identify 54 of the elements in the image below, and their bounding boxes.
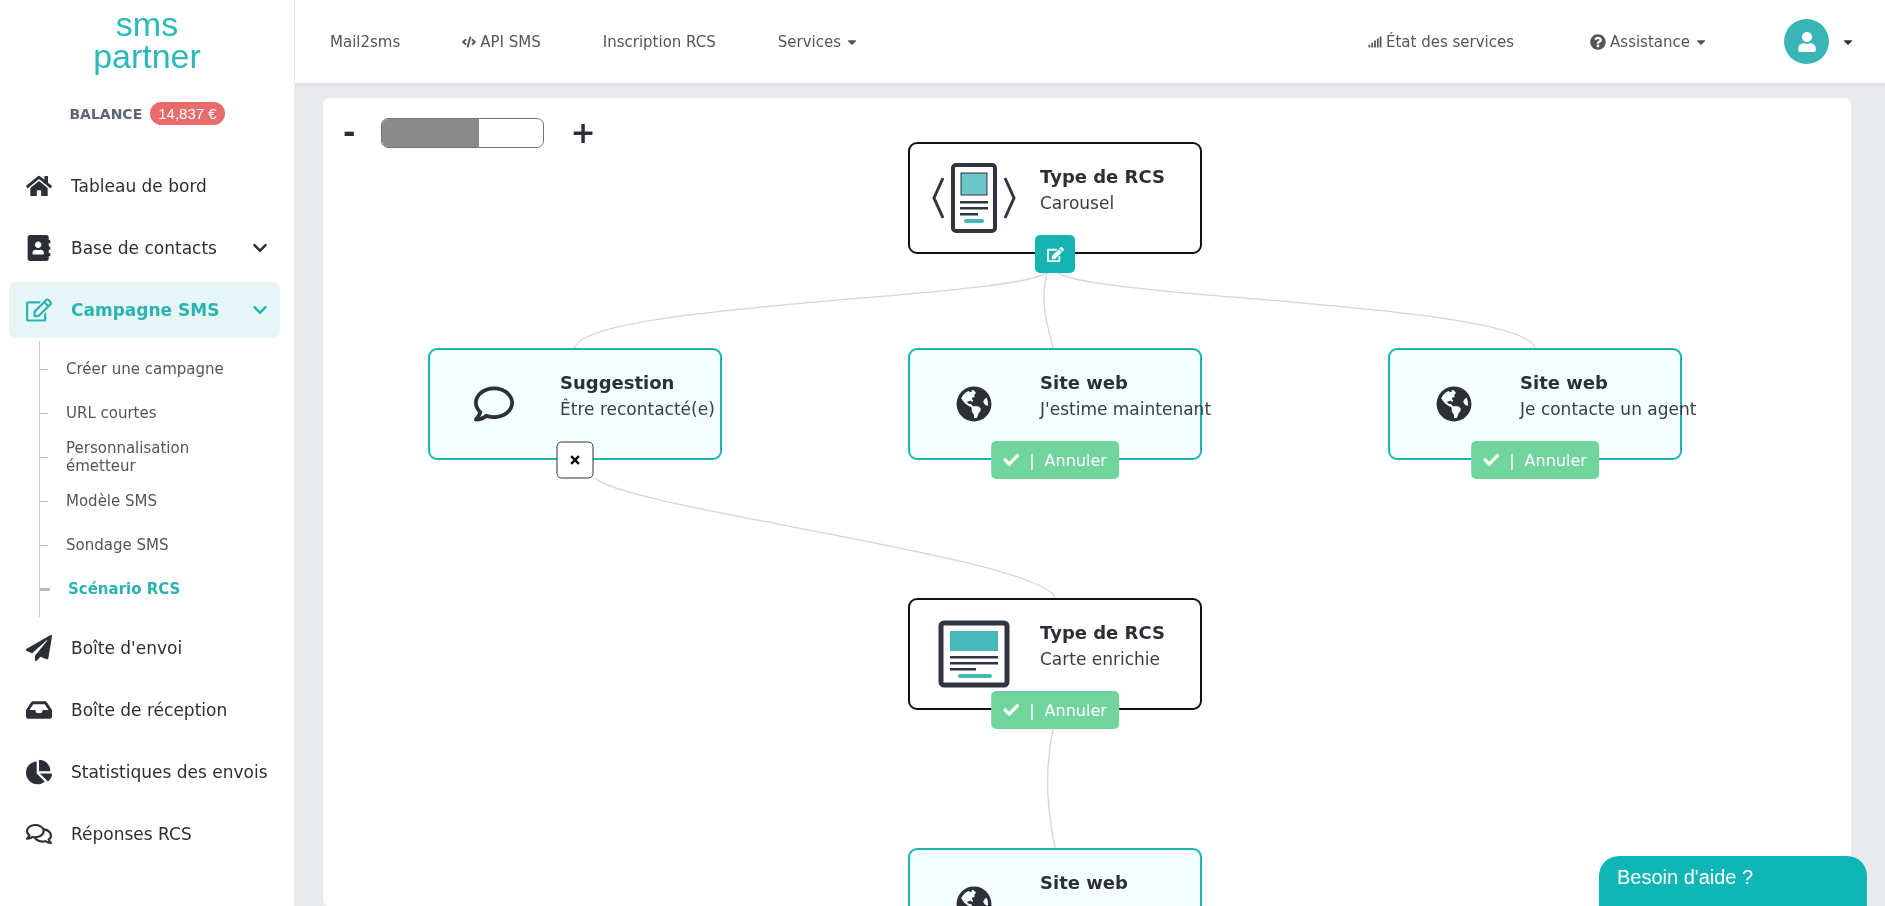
node-subtitle: Carousel bbox=[1040, 193, 1116, 213]
chat-bubbles-icon bbox=[25, 821, 53, 847]
sidebar-item[interactable]: Boîte de réception bbox=[9, 682, 280, 738]
signal-icon bbox=[1367, 34, 1382, 49]
balance-label: BALANCE bbox=[69, 105, 143, 122]
edit-icon bbox=[1046, 245, 1064, 263]
zoom-slider[interactable] bbox=[381, 118, 545, 148]
submenu-item[interactable]: Modèle SMS bbox=[66, 492, 246, 510]
globe-icon bbox=[1436, 386, 1472, 422]
submenu-item[interactable]: Créer une campagne bbox=[66, 360, 246, 378]
code-icon bbox=[462, 34, 477, 49]
balance-badge: 14,837 € bbox=[150, 102, 225, 125]
sidebar-item[interactable]: Boîte d'envoi bbox=[9, 620, 280, 676]
check-icon bbox=[1003, 702, 1020, 718]
nav-link[interactable]: Mail2sms bbox=[330, 32, 401, 51]
nav-link[interactable]: Inscription RCS bbox=[602, 32, 716, 51]
scenario-node-card[interactable] bbox=[428, 348, 722, 460]
node-title: Site web bbox=[1520, 372, 1609, 393]
submenu-item[interactable]: Sondage SMS bbox=[66, 536, 246, 554]
check-icon bbox=[1003, 452, 1020, 468]
help-icon bbox=[1590, 33, 1607, 50]
nav-link[interactable]: Assistance bbox=[1590, 32, 1708, 51]
node-title: Site web bbox=[1040, 872, 1128, 893]
sidebar-item[interactable]: Statistiques des envois bbox=[9, 744, 280, 800]
zoom-out-button[interactable]: - bbox=[343, 118, 356, 148]
nav-link[interactable]: Services bbox=[777, 32, 860, 51]
check-icon bbox=[1483, 452, 1500, 468]
remove-button[interactable] bbox=[556, 441, 594, 479]
submenu-item[interactable]: Personnalisation émetteur bbox=[66, 439, 246, 475]
submenu-item[interactable]: URL courtes bbox=[66, 404, 246, 422]
node-subtitle: Carte enrichie bbox=[1040, 649, 1162, 669]
pie-chart-icon bbox=[25, 759, 53, 785]
zoom-in-button[interactable]: + bbox=[570, 118, 596, 148]
node-title: Site web bbox=[1040, 372, 1129, 393]
sidebar-item[interactable]: Réponses RCS bbox=[9, 806, 280, 862]
contact-book-icon bbox=[25, 235, 53, 261]
rich-card-icon bbox=[938, 620, 1010, 688]
node-title: Type de RCS bbox=[1040, 166, 1165, 187]
edit-button[interactable] bbox=[1035, 235, 1075, 273]
sidebar-item[interactable]: Base de contacts bbox=[9, 220, 280, 276]
edit-icon bbox=[25, 297, 53, 323]
sidebar-item[interactable]: Tableau de bord bbox=[9, 158, 280, 214]
speech-bubble-icon bbox=[474, 384, 514, 424]
node-title: Type de RCS bbox=[1040, 622, 1165, 643]
globe-icon bbox=[956, 386, 992, 422]
user-icon bbox=[1796, 31, 1817, 52]
node-title: Suggestion bbox=[560, 372, 676, 393]
nav-link[interactable]: État des services bbox=[1367, 32, 1515, 51]
close-icon bbox=[568, 453, 582, 467]
nav-link[interactable]: API SMS bbox=[462, 32, 541, 51]
paper-plane-icon bbox=[25, 635, 53, 661]
carousel-card-icon bbox=[931, 162, 1017, 234]
node-subtitle: Être recontacté(e) bbox=[560, 399, 715, 419]
home-icon bbox=[25, 173, 53, 199]
